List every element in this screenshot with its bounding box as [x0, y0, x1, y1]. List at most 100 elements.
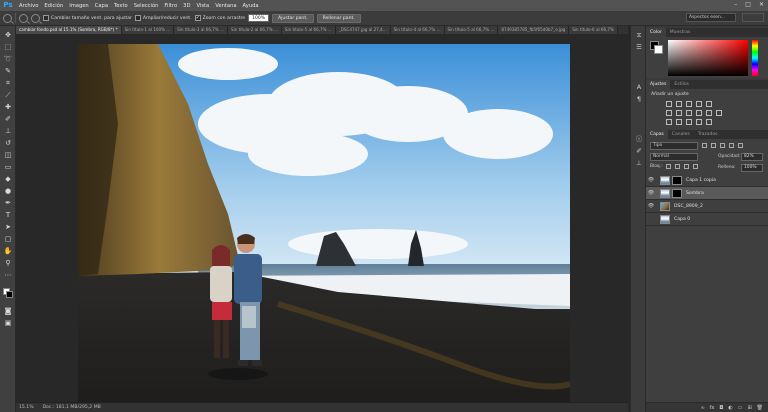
tab-sin-titulo-1[interactable]: Sin título-1 al 100% ... [121, 26, 175, 34]
color-lookup-icon[interactable] [716, 110, 722, 116]
hand-tool-icon[interactable]: ✋ [3, 246, 13, 256]
menu-seleccion[interactable]: Selección [131, 3, 162, 9]
menu-texto[interactable]: Texto [111, 3, 131, 9]
filter-shape-icon[interactable] [729, 143, 734, 148]
tab-sin-titulo-5b[interactable]: Sin título-5 al 66,7% ... [444, 26, 499, 34]
menu-archivo[interactable]: Archivo [16, 3, 41, 9]
black-white-icon[interactable] [686, 110, 692, 116]
menu-filtro[interactable]: Filtro [161, 3, 180, 9]
tab-sin-titulo-3[interactable]: Sin título-3 al 66,7% ... [174, 26, 228, 34]
tab-muestras[interactable]: Muestras [666, 28, 695, 37]
lock-pixels-icon[interactable] [675, 164, 680, 169]
visibility-eye-icon[interactable]: 👁 [646, 203, 656, 209]
menu-imagen[interactable]: Imagen [66, 3, 92, 9]
dodge-tool-icon[interactable]: ● [3, 186, 13, 196]
tab-sin-titulo-4[interactable]: Sin título-4 al 66,7% ... [390, 26, 445, 34]
clone-stamp-tool-icon[interactable]: ⊥ [3, 126, 13, 136]
layer-mask-thumbnail[interactable] [672, 188, 682, 198]
quick-mask-icon[interactable]: ◙ [3, 306, 13, 316]
brightness-icon[interactable] [666, 101, 672, 107]
lock-transparency-icon[interactable] [666, 164, 671, 169]
resize-windows-option[interactable]: Cambiar tamaño vent. para ajustar [43, 15, 132, 21]
zoom-out-icon[interactable] [31, 13, 40, 23]
menu-ayuda[interactable]: Ayuda [240, 3, 262, 9]
lock-position-icon[interactable] [684, 164, 689, 169]
photo-filter-icon[interactable] [696, 110, 702, 116]
trash-icon[interactable]: 🗑 [757, 405, 763, 411]
layer-filter-kind[interactable]: Tipo [650, 142, 698, 150]
gradient-tool-icon[interactable]: ▭ [3, 162, 13, 172]
visibility-eye-icon[interactable]: 👁 [646, 190, 656, 196]
adjustment-icon[interactable]: ◐ [728, 405, 732, 411]
tab-sin-titulo-2[interactable]: Sin título-2 al 66,7% ... [228, 26, 282, 34]
hue-slider[interactable] [752, 40, 758, 76]
zoom-value-field[interactable]: 100% [248, 14, 269, 22]
visibility-eye-icon[interactable]: 👁 [646, 177, 656, 183]
zoom-tool-icon[interactable]: ⚲ [3, 258, 13, 268]
brush-settings-icon[interactable]: ✐ [634, 146, 644, 156]
tab-canales[interactable]: Canales [668, 130, 694, 139]
history-icon[interactable]: ⧖ [634, 30, 644, 40]
tab-sin-titulo-6[interactable]: Sin título-6 al 66,7% [569, 26, 618, 34]
new-layer-icon[interactable]: ⊞ [747, 405, 751, 411]
color-balance-icon[interactable] [676, 110, 682, 116]
brush-tool-icon[interactable]: ✐ [3, 114, 13, 124]
curves-icon[interactable] [686, 101, 692, 107]
lasso-tool-icon[interactable]: ➰ [3, 54, 13, 64]
lock-all-icon[interactable] [693, 164, 698, 169]
levels-icon[interactable] [676, 101, 682, 107]
layer-row[interactable]: 👁 DSC_8909_2 [646, 200, 768, 213]
zoom-all-option[interactable]: Ampliar/reducir vent. [134, 15, 192, 21]
crop-tool-icon[interactable]: ⌗ [3, 78, 13, 88]
selective-color-icon[interactable] [706, 119, 712, 125]
menu-vista[interactable]: Vista [193, 3, 212, 9]
background-color-swatch[interactable] [6, 291, 13, 298]
info-icon[interactable]: ⓘ [634, 134, 644, 144]
eraser-tool-icon[interactable]: ◫ [3, 150, 13, 160]
layer-row[interactable]: 👁 Sombra [646, 187, 768, 200]
screen-mode-icon[interactable]: ▣ [3, 318, 13, 328]
filter-smart-object-icon[interactable] [738, 143, 743, 148]
workspace-menu[interactable] [742, 13, 764, 22]
invert-icon[interactable] [666, 119, 672, 125]
document-canvas[interactable] [78, 44, 570, 406]
paragraph-icon[interactable]: ¶ [634, 94, 644, 104]
zoom-all-checkbox[interactable] [134, 15, 141, 21]
fill-field[interactable]: 100% [741, 164, 763, 172]
maximize-button[interactable]: □ [745, 1, 751, 8]
fx-icon[interactable]: fx [710, 405, 715, 411]
scrubby-zoom-option[interactable]: Zoom con arrastre [194, 15, 245, 21]
zoom-tool-icon[interactable] [3, 13, 12, 23]
pen-tool-icon[interactable]: ✒ [3, 198, 13, 208]
properties-icon[interactable]: ☰ [634, 42, 644, 52]
resize-windows-checkbox[interactable] [43, 15, 49, 21]
minimize-button[interactable]: – [734, 1, 737, 8]
exposure-icon[interactable] [696, 101, 702, 107]
blur-tool-icon[interactable]: ◆ [3, 174, 13, 184]
marquee-tool-icon[interactable]: ⬚ [3, 42, 13, 52]
mask-icon[interactable]: ◘ [719, 405, 723, 411]
layer-mask-thumbnail[interactable] [672, 175, 682, 185]
eyedropper-tool-icon[interactable]: ⟋ [3, 90, 13, 100]
layer-row[interactable]: Capa 0 [646, 213, 768, 226]
canvas-area[interactable] [16, 34, 628, 406]
posterize-icon[interactable] [676, 119, 682, 125]
fit-screen-button[interactable]: Ajustar pant. [272, 13, 314, 23]
path-select-tool-icon[interactable]: ➤ [3, 222, 13, 232]
workspace-selector[interactable]: Aspectos esen... [686, 13, 736, 22]
move-tool-icon[interactable]: ✥ [3, 30, 13, 40]
fill-screen-button[interactable]: Rellenar pant. [316, 13, 361, 23]
gradient-map-icon[interactable] [696, 119, 702, 125]
layer-row[interactable]: 👁 Capa 1 copia [646, 174, 768, 187]
blend-mode-select[interactable]: Normal [650, 153, 698, 161]
more-tools-icon[interactable]: ⋯ [3, 270, 13, 280]
zoom-in-icon[interactable] [19, 13, 28, 23]
type-tool-icon[interactable]: T [3, 210, 13, 220]
tab-sin-titulo-5[interactable]: Sin título-5 al 66,7% ... [281, 26, 336, 34]
scrubby-zoom-checkbox[interactable] [194, 15, 201, 21]
clone-source-icon[interactable]: ⊥ [634, 158, 644, 168]
quick-select-tool-icon[interactable]: ✎ [3, 66, 13, 76]
vibrance-icon[interactable] [706, 101, 712, 107]
menu-capa[interactable]: Capa [92, 3, 111, 9]
filter-pixel-icon[interactable] [702, 143, 707, 148]
